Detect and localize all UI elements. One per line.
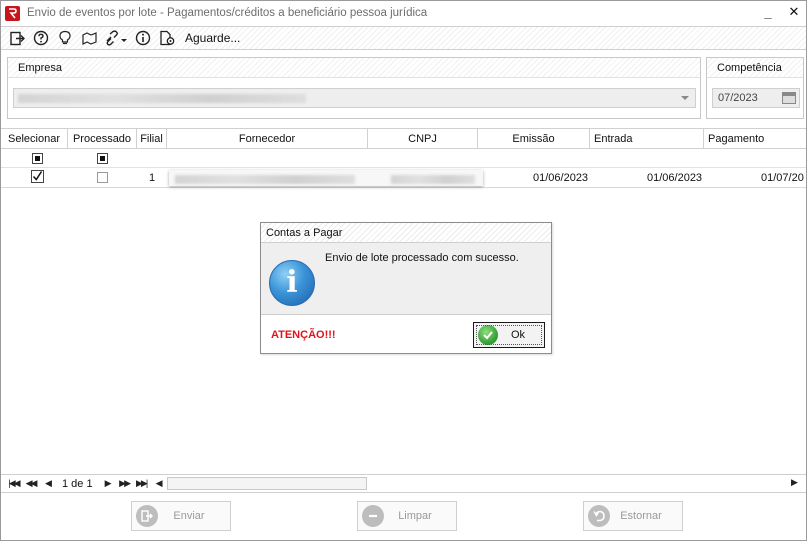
filter-row	[1, 149, 806, 168]
col-fornecedor[interactable]: Fornecedor	[167, 129, 368, 149]
grid-header: Selecionar Processado Filial Fornecedor …	[1, 128, 806, 149]
chevron-down-icon	[681, 96, 689, 100]
map-icon[interactable]	[79, 28, 99, 48]
row-processed-checkbox[interactable]	[97, 172, 108, 183]
row-filial: 1	[149, 172, 156, 184]
link-dropdown-icon[interactable]	[103, 28, 129, 48]
minimize-button[interactable]: _	[762, 5, 774, 20]
col-cnpj[interactable]: CNPJ	[368, 129, 478, 149]
window-title: Envio de eventos por lote - Pagamentos/c…	[27, 7, 428, 19]
dialog-body: i Envio de lote processado com sucesso.	[261, 243, 551, 315]
col-entrada[interactable]: Entrada	[590, 129, 704, 149]
horizontal-scrollbar-thumb[interactable]	[167, 477, 367, 490]
minus-icon	[362, 505, 384, 527]
empresa-select[interactable]	[13, 88, 696, 108]
footer: Enviar Limpar Estornar	[1, 494, 806, 540]
pager: |◀◀ ◀◀ ◀ 1 de 1 ▶ ▶▶ ▶▶| ◀ ▶	[1, 474, 806, 493]
info-icon[interactable]	[133, 28, 153, 48]
row-fornecedor-cnpj-redacted	[169, 170, 483, 186]
checkmark-icon	[478, 325, 498, 345]
row-selected-checkbox[interactable]	[31, 170, 44, 183]
row-pagamento: 01/07/20	[761, 172, 804, 184]
processed-filter-checkbox[interactable]	[97, 153, 108, 164]
select-all-checkbox[interactable]	[32, 153, 43, 164]
main-window: Envio de eventos por lote - Pagamentos/c…	[0, 0, 807, 541]
row-emissao: 01/06/2023	[533, 172, 589, 184]
message-dialog: Contas a Pagar i Envio de lote processad…	[260, 222, 552, 354]
dialog-message: Envio de lote processado com sucesso.	[325, 252, 519, 264]
last-page-icon[interactable]: ▶▶|	[133, 478, 150, 489]
ok-button[interactable]: Ok	[473, 322, 545, 348]
next-page-icon[interactable]: ▶	[99, 478, 116, 489]
info-icon: i	[269, 260, 315, 306]
prev-page-icon[interactable]: ◀	[39, 478, 56, 489]
col-filial[interactable]: Filial	[137, 129, 167, 149]
dialog-title: Contas a Pagar	[261, 223, 551, 243]
col-emissao[interactable]: Emissão	[478, 129, 590, 149]
scroll-left-icon[interactable]: ◀	[150, 478, 167, 489]
first-page-icon[interactable]: |◀◀	[5, 478, 22, 489]
calendar-icon[interactable]	[782, 92, 796, 104]
document-settings-icon[interactable]	[157, 28, 177, 48]
info-icon-glyph: i	[286, 265, 298, 300]
next-block-icon[interactable]: ▶▶	[116, 478, 133, 489]
col-selecionar[interactable]: Selecionar	[1, 129, 68, 149]
lightbulb-icon[interactable]	[55, 28, 75, 48]
undo-icon	[588, 505, 610, 527]
col-processado[interactable]: Processado	[68, 129, 137, 149]
row-entrada: 01/06/2023	[647, 172, 703, 184]
toolbar: Aguarde...	[1, 26, 806, 50]
dialog-footer: ATENÇÃO!!! Ok	[261, 316, 551, 353]
empresa-title: Empresa	[8, 58, 700, 78]
reverse-label: Estornar	[620, 510, 662, 522]
competencia-group: Competência 07/2023	[706, 57, 804, 119]
send-label: Enviar	[173, 510, 205, 522]
send-icon	[136, 505, 158, 527]
cnpj-redacted-value	[391, 175, 475, 184]
table-row[interactable]: 1 01/06/2023 01/06/2023 01/07/20	[1, 168, 806, 188]
warning-label: ATENÇÃO!!!	[271, 329, 336, 341]
clear-button[interactable]: Limpar	[357, 501, 457, 531]
competencia-input[interactable]: 07/2023	[712, 88, 800, 108]
empresa-group: Empresa	[7, 57, 701, 119]
empresa-redacted-value	[18, 94, 306, 103]
competencia-value: 07/2023	[718, 92, 758, 104]
title-bar: Envio de eventos por lote - Pagamentos/c…	[1, 1, 806, 25]
send-button[interactable]: Enviar	[131, 501, 231, 531]
close-button[interactable]: ✕	[788, 4, 800, 19]
prev-block-icon[interactable]: ◀◀	[22, 478, 39, 489]
clear-label: Limpar	[398, 510, 432, 522]
col-pagamento[interactable]: Pagamento	[704, 129, 806, 149]
page-indicator: 1 de 1	[62, 477, 93, 490]
toolbar-status-label: Aguarde...	[185, 31, 241, 45]
scroll-right-icon[interactable]: ▶	[785, 477, 802, 488]
app-logo-icon	[5, 5, 20, 21]
exit-icon[interactable]	[7, 28, 27, 48]
reverse-button[interactable]: Estornar	[583, 501, 683, 531]
ok-label: Ok	[510, 329, 526, 341]
help-icon[interactable]	[31, 28, 51, 48]
fornecedor-redacted-value	[175, 175, 355, 184]
competencia-title: Competência	[707, 58, 803, 78]
